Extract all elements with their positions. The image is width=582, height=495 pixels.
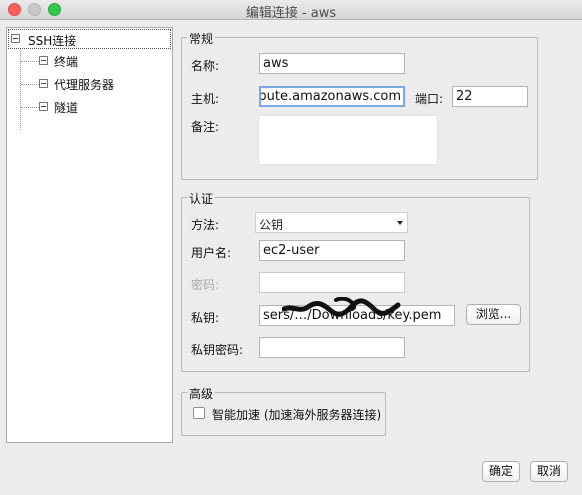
tree-connector [21,107,39,108]
tree-item-label: 代理服务器 [54,78,115,92]
cancel-button[interactable]: 取消 [530,461,568,482]
title-bar: 编辑连接 - aws [0,0,582,21]
method-label: 方法: [191,218,220,232]
collapse-icon[interactable] [39,79,48,88]
host-label: 主机: [191,92,220,106]
method-select-value: 公钥 [259,218,284,232]
browse-button[interactable]: 浏览... [466,304,521,325]
notes-label: 备注: [191,120,220,134]
password-label: 密码: [191,278,220,292]
chevron-down-icon [397,221,403,225]
port-label: 端口: [415,92,444,106]
collapse-icon[interactable] [11,34,20,43]
auth-legend: 认证 [187,190,216,207]
host-input-value: mpute.amazonaws.com [259,89,401,104]
tree-item-label: 隧道 [54,101,79,115]
username-label: 用户名: [191,246,232,260]
name-input[interactable]: aws [259,53,405,74]
advanced-legend: 高级 [187,385,216,402]
private-key-label: 私钥: [191,311,220,325]
tree-item-label: 终端 [54,55,79,69]
general-legend: 常规 [187,30,216,47]
notes-textarea[interactable] [258,115,438,165]
tree-connector [21,84,39,85]
redaction-scribble [282,297,401,317]
method-select[interactable]: 公钥 [255,212,408,233]
port-input[interactable]: 22 [452,86,528,107]
tree-connector [21,61,39,62]
private-key-passphrase-label: 私钥密码: [191,343,244,357]
collapse-icon[interactable] [39,56,48,65]
password-input[interactable] [259,272,405,293]
collapse-icon[interactable] [39,102,48,111]
smart-acceleration-label[interactable]: 智能加速 (加速海外服务器连接) [212,406,381,423]
settings-tree: SSH连接 终端 代理服务器 隧道 [6,27,173,443]
window-title: 编辑连接 - aws [245,6,337,21]
name-label: 名称: [191,59,220,73]
host-input[interactable]: mpute.amazonaws.com [259,86,405,107]
tree-item-ssh[interactable]: SSH连接 [8,29,171,49]
private-key-passphrase-input[interactable] [259,337,405,358]
smart-acceleration-checkbox[interactable] [193,407,205,419]
username-input[interactable]: ec2-user [259,240,405,261]
tree-item-label: SSH连接 [28,34,77,48]
ok-button[interactable]: 确定 [482,461,520,482]
